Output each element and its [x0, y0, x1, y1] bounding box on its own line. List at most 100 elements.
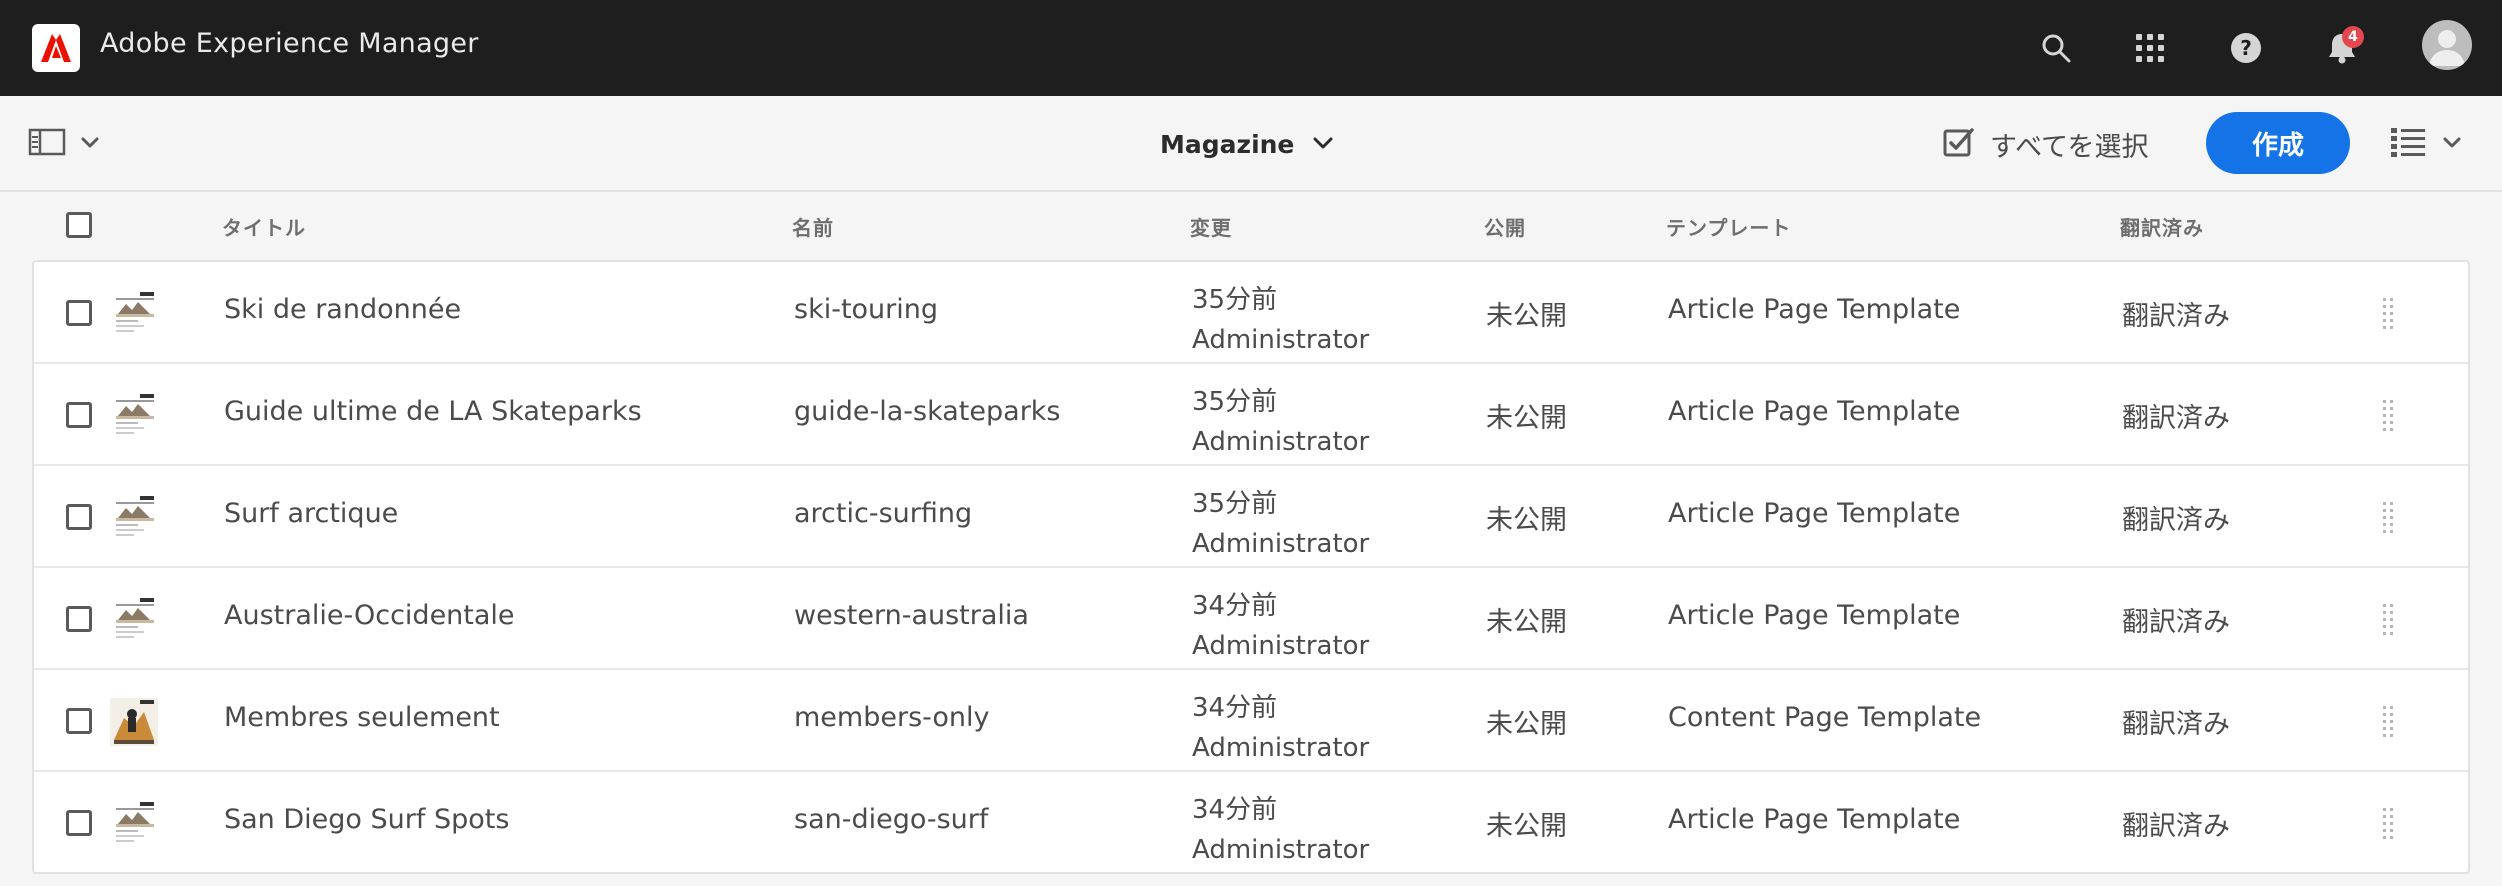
row-checkbox[interactable] [66, 708, 92, 734]
row-template: Article Page Template [1668, 600, 1961, 631]
drag-handle-icon[interactable] [2378, 294, 2398, 334]
table-row[interactable]: San Diego Surf Spots san-diego-surf 34分前… [34, 772, 2468, 872]
row-modified-time: 34分前 [1192, 693, 1278, 723]
drag-handle-icon[interactable] [2378, 702, 2398, 742]
column-header-title[interactable]: タイトル [222, 212, 306, 241]
table-row[interactable]: Guide ultime de LA Skateparks guide-la-s… [34, 364, 2468, 466]
row-modified-by: Administrator [1192, 529, 1370, 559]
row-checkbox[interactable] [66, 810, 92, 836]
column-header-translated[interactable]: 翻訳済み [2120, 212, 2204, 241]
row-modified-time: 35分前 [1192, 387, 1278, 417]
notifications-bell-icon[interactable]: 4 [2318, 24, 2366, 72]
row-title[interactable]: Surf arctique [224, 498, 398, 529]
row-translated-status: 翻訳済み [2122, 403, 2230, 434]
help-icon[interactable]: ? [2222, 24, 2270, 72]
row-published-status: 未公開 [1486, 709, 1567, 740]
row-checkbox[interactable] [66, 606, 92, 632]
side-panel-icon [28, 127, 66, 161]
row-modified-by: Administrator [1192, 733, 1370, 763]
row-published-status: 未公開 [1486, 811, 1567, 842]
row-name: arctic-surfing [794, 498, 973, 529]
row-modified: 35分前 Administrator [1192, 382, 1369, 462]
column-header-published[interactable]: 公開 [1484, 212, 1526, 241]
select-all-label: すべてを選択 [1990, 131, 2149, 163]
table-row[interactable]: Australie-Occidentale western-australia … [34, 568, 2468, 670]
table-row[interactable]: Surf arctique arctic-surfing 35分前 Admini… [34, 466, 2468, 568]
row-template: Article Page Template [1668, 498, 1961, 529]
row-modified: 34分前 Administrator [1192, 688, 1369, 768]
row-checkbox[interactable] [66, 504, 92, 530]
row-modified: 34分前 Administrator [1192, 586, 1369, 666]
search-icon[interactable] [2032, 24, 2080, 72]
row-modified-time: 34分前 [1192, 795, 1278, 825]
chevron-down-icon [2442, 135, 2462, 154]
row-published-status: 未公開 [1486, 505, 1567, 536]
page-thumbnail [110, 698, 158, 746]
page-thumbnail [110, 290, 158, 338]
select-all-rows-checkbox[interactable] [66, 212, 92, 238]
row-modified-by: Administrator [1192, 427, 1370, 457]
app-title[interactable]: Adobe Experience Manager [100, 28, 479, 59]
row-modified-by: Administrator [1192, 631, 1370, 661]
rail-toggle-button[interactable] [28, 122, 100, 166]
apps-grid-icon[interactable] [2126, 24, 2174, 72]
row-modified-by: Administrator [1192, 325, 1370, 355]
drag-handle-icon[interactable] [2378, 396, 2398, 436]
row-translated-status: 翻訳済み [2122, 811, 2230, 842]
table-row[interactable]: Ski de randonnée ski-touring 35分前 Admini… [34, 262, 2468, 364]
user-avatar[interactable] [2422, 20, 2472, 70]
drag-handle-icon[interactable] [2378, 600, 2398, 640]
action-bar: Magazine すべてを選択 作成 [0, 96, 2502, 192]
table-row[interactable]: Membres seulement members-only 34分前 Admi… [34, 670, 2468, 772]
row-template: Article Page Template [1668, 294, 1961, 325]
select-all-button[interactable]: すべてを選択 [1942, 122, 2149, 166]
row-title[interactable]: Membres seulement [224, 702, 500, 733]
row-translated-status: 翻訳済み [2122, 301, 2230, 332]
row-title[interactable]: Ski de randonnée [224, 294, 461, 325]
row-modified-time: 35分前 [1192, 489, 1278, 519]
row-checkbox[interactable] [66, 300, 92, 326]
row-template: Article Page Template [1668, 396, 1961, 427]
row-name: members-only [794, 702, 990, 733]
row-modified: 35分前 Administrator [1192, 280, 1369, 360]
row-name: san-diego-surf [794, 804, 989, 835]
svg-text:?: ? [2240, 36, 2252, 60]
drag-handle-icon[interactable] [2378, 804, 2398, 844]
chevron-down-icon [1312, 135, 1334, 154]
row-modified: 34分前 Administrator [1192, 790, 1369, 870]
row-title[interactable]: Guide ultime de LA Skateparks [224, 396, 642, 427]
page-thumbnail [110, 596, 158, 644]
column-header-modified[interactable]: 変更 [1190, 212, 1232, 241]
breadcrumb-title: Magazine [1160, 129, 1295, 159]
adobe-logo-icon[interactable] [32, 24, 80, 72]
view-switcher[interactable] [2390, 122, 2462, 166]
chevron-down-icon [80, 135, 100, 154]
breadcrumb[interactable]: Magazine [1160, 122, 1334, 166]
row-title[interactable]: Australie-Occidentale [224, 600, 515, 631]
column-header-name[interactable]: 名前 [792, 212, 834, 241]
shell-header: Adobe Experience Manager ? 4 [0, 0, 2502, 96]
row-name: guide-la-skateparks [794, 396, 1061, 427]
table-header: タイトル 名前 変更 公開 テンプレート 翻訳済み [32, 192, 2470, 262]
list-view-icon [2390, 126, 2426, 162]
row-title[interactable]: San Diego Surf Spots [224, 804, 509, 835]
row-translated-status: 翻訳済み [2122, 709, 2230, 740]
page-thumbnail [110, 800, 158, 848]
select-all-checkbox-icon [1942, 126, 1974, 162]
create-button[interactable]: 作成 [2206, 112, 2350, 174]
page-thumbnail [110, 392, 158, 440]
row-checkbox[interactable] [66, 402, 92, 428]
page-list: Ski de randonnée ski-touring 35分前 Admini… [32, 260, 2470, 874]
notification-count-badge: 4 [2342, 26, 2364, 48]
row-template: Content Page Template [1668, 702, 1982, 733]
row-published-status: 未公開 [1486, 607, 1567, 638]
row-modified-time: 35分前 [1192, 285, 1278, 315]
page-thumbnail [110, 494, 158, 542]
drag-handle-icon[interactable] [2378, 498, 2398, 538]
row-name: ski-touring [794, 294, 939, 325]
row-template: Article Page Template [1668, 804, 1961, 835]
row-modified-by: Administrator [1192, 835, 1370, 865]
column-header-template[interactable]: テンプレート [1666, 212, 1791, 241]
row-published-status: 未公開 [1486, 301, 1567, 332]
row-translated-status: 翻訳済み [2122, 607, 2230, 638]
